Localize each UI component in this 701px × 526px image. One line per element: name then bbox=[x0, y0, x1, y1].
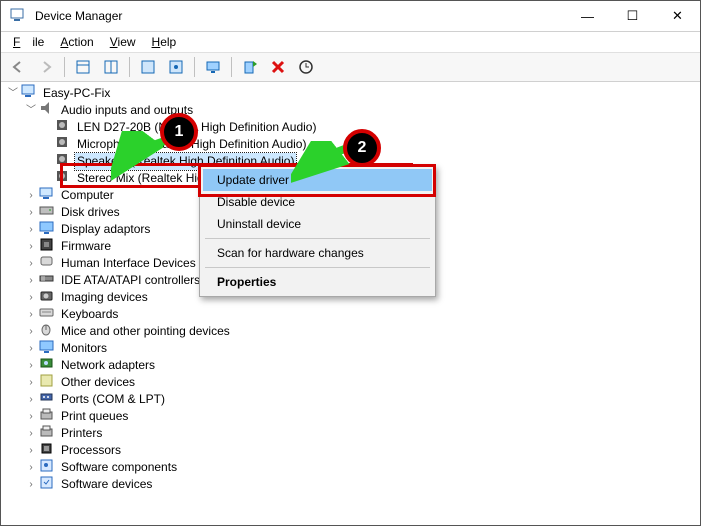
expand-icon[interactable]: › bbox=[25, 292, 37, 304]
tree-category-label: Human Interface Devices bbox=[59, 255, 198, 272]
expand-icon[interactable]: › bbox=[25, 479, 37, 491]
tree-category[interactable]: › Ports (COM & LPT) bbox=[7, 391, 700, 408]
tree-root[interactable]: ﹀ Easy-PC-Fix bbox=[7, 85, 700, 102]
tree-category-label: Print queues bbox=[59, 408, 130, 425]
expand-icon[interactable]: › bbox=[25, 411, 37, 423]
tree-category-label: Monitors bbox=[59, 340, 109, 357]
tree-category-label: IDE ATA/ATAPI controllers bbox=[59, 272, 202, 289]
tree-category[interactable]: › Keyboards bbox=[7, 306, 700, 323]
expand-icon[interactable]: › bbox=[25, 343, 37, 355]
toolbar-btn-update[interactable] bbox=[237, 54, 263, 80]
forward-button[interactable] bbox=[33, 54, 59, 80]
toolbar-btn-monitor[interactable] bbox=[200, 54, 226, 80]
titlebar: Device Manager — ☐ ✕ bbox=[1, 1, 700, 32]
expand-icon[interactable]: › bbox=[25, 224, 37, 236]
step-badge-2: 2 bbox=[343, 129, 381, 167]
menu-file[interactable]: File bbox=[7, 33, 50, 51]
tree-category-label: Display adaptors bbox=[59, 221, 152, 238]
tree-category-label: Keyboards bbox=[59, 306, 120, 323]
tree-category-label: Computer bbox=[59, 187, 116, 204]
menu-action[interactable]: Action bbox=[54, 33, 99, 51]
minimize-button[interactable]: — bbox=[565, 1, 610, 31]
tree-category-label: Printers bbox=[59, 425, 104, 442]
tree-category[interactable]: › Network adapters bbox=[7, 357, 700, 374]
expand-icon[interactable]: › bbox=[25, 275, 37, 287]
expand-icon[interactable]: › bbox=[25, 207, 37, 219]
expand-icon[interactable]: ﹀ bbox=[7, 88, 19, 100]
tree-category[interactable]: › Monitors bbox=[7, 340, 700, 357]
toolbar-separator bbox=[194, 57, 195, 77]
tree-root-label: Easy-PC-Fix bbox=[41, 85, 112, 102]
tree-category-label: Processors bbox=[59, 442, 123, 459]
tree-category[interactable]: › Software devices bbox=[7, 476, 700, 493]
app-icon bbox=[9, 7, 25, 26]
expand-icon[interactable]: › bbox=[25, 445, 37, 457]
toolbar-btn-3[interactable] bbox=[135, 54, 161, 80]
step-badge-1: 1 bbox=[160, 113, 198, 151]
tree-category-label: Other devices bbox=[59, 374, 137, 391]
tree-category[interactable]: › Mice and other pointing devices bbox=[7, 323, 700, 340]
window-title: Device Manager bbox=[35, 9, 565, 23]
computer-icon bbox=[21, 84, 37, 103]
tree-category-label: Software devices bbox=[59, 476, 154, 493]
expand-icon[interactable]: › bbox=[25, 428, 37, 440]
tree-category[interactable]: › Software components bbox=[7, 459, 700, 476]
expand-icon[interactable]: › bbox=[25, 377, 37, 389]
close-button[interactable]: ✕ bbox=[655, 1, 700, 31]
expand-icon[interactable]: › bbox=[25, 326, 37, 338]
tree-category[interactable]: › Print queues bbox=[7, 408, 700, 425]
ctx-separator bbox=[205, 267, 430, 268]
audio-icon bbox=[39, 101, 55, 120]
toolbar-btn-2[interactable] bbox=[98, 54, 124, 80]
tree-category[interactable]: › Processors bbox=[7, 442, 700, 459]
tree-category-label: Imaging devices bbox=[59, 289, 150, 306]
window-controls: — ☐ ✕ bbox=[565, 1, 700, 31]
expand-icon[interactable]: › bbox=[25, 394, 37, 406]
expand-icon[interactable]: › bbox=[25, 241, 37, 253]
ctx-disable-device[interactable]: Disable device bbox=[203, 191, 432, 213]
maximize-button[interactable]: ☐ bbox=[610, 1, 655, 31]
tree-category[interactable]: › Other devices bbox=[7, 374, 700, 391]
ctx-uninstall-device[interactable]: Uninstall device bbox=[203, 213, 432, 235]
menubar: File Action View Help bbox=[1, 32, 700, 53]
expand-icon[interactable]: › bbox=[25, 462, 37, 474]
menu-help[interactable]: Help bbox=[146, 33, 183, 51]
device-manager-window: Device Manager — ☐ ✕ File Action View He… bbox=[0, 0, 701, 526]
tree-category-label: Firmware bbox=[59, 238, 113, 255]
back-button[interactable] bbox=[5, 54, 31, 80]
tree-category-label: Software components bbox=[59, 459, 179, 476]
expand-icon[interactable]: › bbox=[25, 360, 37, 372]
toolbar-separator bbox=[129, 57, 130, 77]
speaker-icon bbox=[55, 169, 71, 188]
expand-icon[interactable]: › bbox=[25, 190, 37, 202]
tree-category-label: Mice and other pointing devices bbox=[59, 323, 232, 340]
tree-category-label: Network adapters bbox=[59, 357, 157, 374]
toolbar-separator bbox=[64, 57, 65, 77]
toolbar-separator bbox=[231, 57, 232, 77]
toolbar bbox=[1, 53, 700, 82]
expand-icon[interactable]: › bbox=[25, 258, 37, 270]
tree-category-label: Ports (COM & LPT) bbox=[59, 391, 167, 408]
expand-icon[interactable]: › bbox=[25, 309, 37, 321]
menu-view[interactable]: View bbox=[104, 33, 142, 51]
toolbar-btn-4[interactable] bbox=[163, 54, 189, 80]
tree-category[interactable]: › Printers bbox=[7, 425, 700, 442]
tree-audio[interactable]: ﹀ Audio inputs and outputs bbox=[7, 102, 700, 119]
tree-category-label: Disk drives bbox=[59, 204, 122, 221]
ctx-scan-hardware[interactable]: Scan for hardware changes bbox=[203, 242, 432, 264]
ctx-properties[interactable]: Properties bbox=[203, 271, 432, 293]
toolbar-btn-1[interactable] bbox=[70, 54, 96, 80]
toolbar-btn-scan[interactable] bbox=[293, 54, 319, 80]
expand-icon[interactable]: ﹀ bbox=[25, 105, 37, 117]
toolbar-btn-delete[interactable] bbox=[265, 54, 291, 80]
category-icon bbox=[39, 475, 55, 494]
ctx-separator bbox=[205, 238, 430, 239]
